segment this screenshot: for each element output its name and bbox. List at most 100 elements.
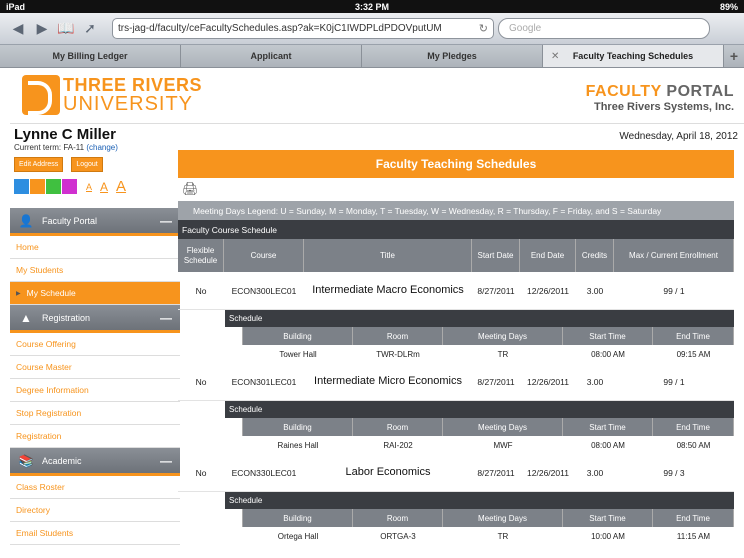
printer-icon[interactable]: 🖨 xyxy=(182,181,199,197)
font-size-small[interactable]: A xyxy=(86,182,92,192)
tab-faculty-schedules[interactable]: ✕ Faculty Teaching Schedules xyxy=(543,45,724,67)
edit-address-button[interactable]: Edit Address xyxy=(14,157,64,172)
schedule-row: Tower Hall TWR-DLRm TR 08:00 AM 09:15 AM xyxy=(225,345,734,363)
tab-billing-ledger[interactable]: My Billing Ledger xyxy=(0,45,181,67)
cell-room: ORTGA-3 xyxy=(380,531,416,541)
browser-tab-bar: My Billing Ledger Applicant My Pledges ✕… xyxy=(0,45,744,68)
col-header-flexible: Flexible Schedule xyxy=(178,239,224,272)
sidebar-section-faculty-portal[interactable]: 👤 Faculty Portal — xyxy=(10,208,180,236)
logout-button[interactable]: Logout xyxy=(71,157,103,172)
sidebar-item-my-students[interactable]: My Students xyxy=(10,259,180,282)
collapse-icon[interactable]: — xyxy=(160,311,172,325)
cell-enrollment: 99 / 1 xyxy=(663,285,685,296)
cell-building: Ortega Hall xyxy=(277,531,319,541)
close-tab-icon[interactable]: ✕ xyxy=(551,51,559,62)
spacer xyxy=(225,509,243,527)
cell-end-time: 11:15 AM xyxy=(676,531,711,541)
col-header-meeting-days: Meeting Days xyxy=(443,327,563,345)
logo-line1: THREE RIVERS xyxy=(63,75,203,95)
change-term-link[interactable]: (change) xyxy=(86,143,118,152)
bookmarks-book-icon[interactable]: 📖 xyxy=(54,19,78,39)
sidebar-item-class-roster[interactable]: Class Roster xyxy=(10,476,180,499)
page-title: Faculty Teaching Schedules xyxy=(178,150,734,178)
sidebar-item-my-schedule[interactable]: My Schedule xyxy=(10,282,180,305)
theme-swatches: A A A xyxy=(14,178,179,195)
cell-room: TWR-DLRm xyxy=(376,349,420,359)
search-field[interactable]: Google xyxy=(498,18,710,39)
url-text: trs-jag-d/faculty/ceFacultySchedules.asp… xyxy=(118,23,442,34)
font-size-large[interactable]: A xyxy=(116,178,126,195)
col-header-building: Building xyxy=(243,418,353,436)
ipad-screen: iPad 3:32 PM 89% ◀ ▶ 📖 ➚ trs-jag-d/facul… xyxy=(0,0,744,558)
cell-end-date: 12/26/2011 xyxy=(527,285,569,296)
collapse-icon[interactable]: — xyxy=(160,454,172,468)
col-header-end-time: End Time xyxy=(653,418,734,436)
new-tab-plus-icon[interactable]: + xyxy=(724,45,744,67)
portal-company: Three Rivers Systems, Inc. xyxy=(593,101,734,113)
search-placeholder: Google xyxy=(509,23,542,34)
sidebar-item-stop-registration[interactable]: Stop Registration xyxy=(10,402,180,425)
theme-swatch-orange[interactable] xyxy=(30,179,45,194)
sidebar-item-email-students[interactable]: Email Students xyxy=(10,522,180,545)
section-title: Registration xyxy=(42,312,91,323)
cell-enrollment: 99 / 3 xyxy=(663,467,685,478)
url-field[interactable]: trs-jag-d/faculty/ceFacultySchedules.asp… xyxy=(112,18,494,39)
spacer xyxy=(225,327,243,345)
forward-arrow-icon[interactable]: ▶ xyxy=(30,19,54,39)
sidebar-section-academic[interactable]: 📚 Academic — xyxy=(10,448,180,476)
browser-toolbar: ◀ ▶ 📖 ➚ trs-jag-d/faculty/ceFacultySched… xyxy=(0,13,744,45)
section-title: Faculty Portal xyxy=(42,215,98,226)
schedule-subtable: Schedule Building Room Meeting Days Star… xyxy=(225,492,734,545)
portal-word2: PORTAL xyxy=(666,83,734,100)
table-row[interactable]: No ECON301LEC01 Intermediate Micro Econo… xyxy=(178,363,734,401)
sidebar-item-directory[interactable]: Directory xyxy=(10,499,180,522)
font-size-medium[interactable]: A xyxy=(100,180,108,194)
tab-pledges[interactable]: My Pledges xyxy=(362,45,543,67)
cell-start-time: 08:00 AM xyxy=(591,440,625,450)
theme-swatch-blue[interactable] xyxy=(14,179,29,194)
col-header-enrollment: Max / Current Enrollment xyxy=(614,239,734,272)
schedule-label: Schedule xyxy=(225,310,734,327)
theme-swatch-magenta[interactable] xyxy=(62,179,77,194)
cell-course: ECON301LEC01 xyxy=(231,376,297,387)
cell-course: ECON330LEC01 xyxy=(231,467,297,478)
university-logo[interactable]: THREE RIVERS UNIVERSITY xyxy=(22,75,202,115)
share-icon[interactable]: ➚ xyxy=(78,19,102,39)
tab-label: Faculty Teaching Schedules xyxy=(572,51,694,61)
user-name: Lynne C Miller xyxy=(14,126,116,143)
reload-icon[interactable]: ↻ xyxy=(479,22,488,35)
table-row[interactable]: No ECON330LEC01 Labor Economics 8/27/201… xyxy=(178,454,734,492)
col-header-end-time: End Time xyxy=(653,327,734,345)
sidebar-item-course-offering[interactable]: Course Offering xyxy=(10,333,180,356)
cell-flexible: No xyxy=(195,285,207,296)
table-row[interactable]: No ECON300LEC01 Intermediate Macro Econo… xyxy=(178,272,734,310)
meeting-days-legend: Meeting Days Legend: U = Sunday, M = Mon… xyxy=(178,201,734,220)
tab-applicant[interactable]: Applicant xyxy=(181,45,362,67)
cell-credits: 3.00 xyxy=(586,467,604,478)
sidebar-item-course-master[interactable]: Course Master xyxy=(10,356,180,379)
tab-label: Applicant xyxy=(250,51,292,61)
cell-enrollment: 99 / 1 xyxy=(663,376,685,387)
page-header: THREE RIVERS UNIVERSITY FACULTY PORTAL T… xyxy=(10,69,744,124)
schedule-row: Raines Hall RAI-202 MWF 08:00 AM 08:50 A… xyxy=(225,436,734,454)
sidebar: 👤 Faculty Portal — Home My Students My S… xyxy=(10,208,180,545)
sidebar-item-home[interactable]: Home xyxy=(10,236,180,259)
collapse-icon[interactable]: — xyxy=(160,214,172,228)
schedule-subtable: Schedule Building Room Meeting Days Star… xyxy=(225,310,734,363)
sidebar-section-registration[interactable]: ▲ Registration — xyxy=(10,305,180,333)
back-arrow-icon[interactable]: ◀ xyxy=(6,19,30,39)
schedule-subtable: Schedule Building Room Meeting Days Star… xyxy=(225,401,734,454)
print-bar: 🖨 xyxy=(178,178,734,200)
cell-meeting-days: MWF xyxy=(493,440,513,450)
cell-start-time: 08:00 AM xyxy=(591,349,625,359)
current-date: Wednesday, April 18, 2012 xyxy=(619,131,738,142)
table-row[interactable]: No NR203CL01 MENTAL HEALTH NURSING 8/27/… xyxy=(178,545,734,558)
clock: 3:32 PM xyxy=(354,1,389,12)
cell-start-date: 8/27/2011 xyxy=(477,376,515,387)
schedule-header: Building Room Meeting Days Start Time En… xyxy=(225,327,734,345)
term-label: Current term: FA-11 xyxy=(14,143,85,152)
theme-swatch-green[interactable] xyxy=(46,179,61,194)
sidebar-item-degree-information[interactable]: Degree Information xyxy=(10,379,180,402)
sidebar-item-registration[interactable]: Registration xyxy=(10,425,180,448)
spacer xyxy=(225,418,243,436)
